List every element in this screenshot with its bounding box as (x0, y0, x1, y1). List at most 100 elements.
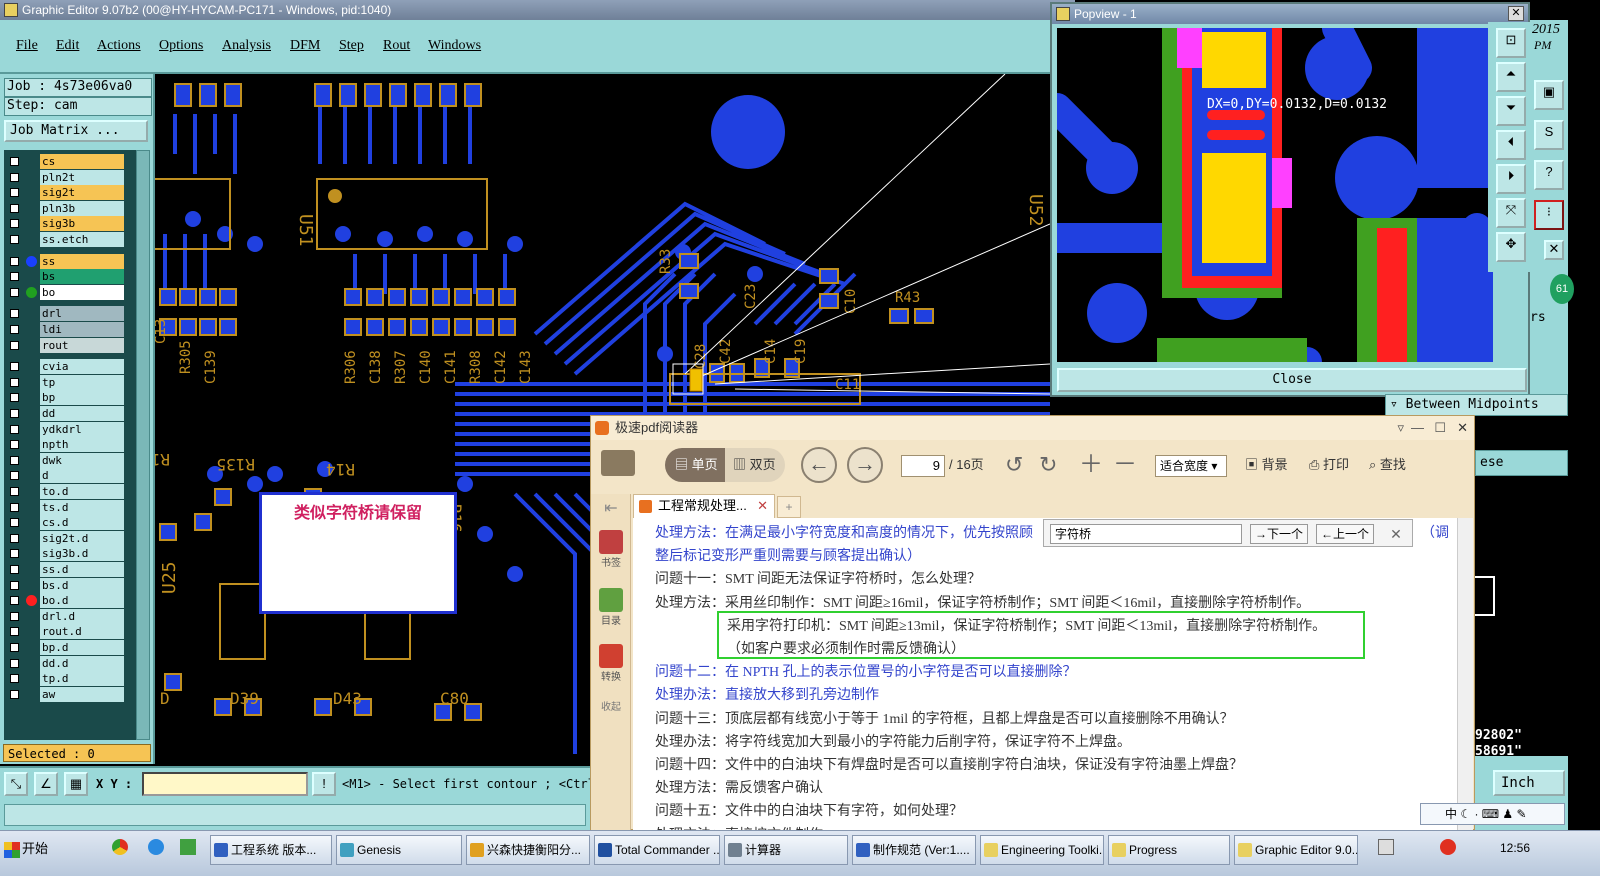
layer-row[interactable]: bs (6, 269, 124, 285)
layer-row[interactable]: bs.d (6, 577, 124, 593)
layer-row[interactable]: ts.d (6, 499, 124, 515)
background-button[interactable]: ▣ 背景 (1245, 448, 1288, 482)
layer-checkbox[interactable] (10, 172, 19, 182)
layer-list-scrollbar[interactable] (136, 150, 150, 740)
layer-row[interactable]: cvia (6, 359, 124, 375)
pan-icon[interactable]: ✥ (1496, 232, 1526, 262)
measure-tool-button[interactable]: ∠ (34, 772, 58, 796)
print-button[interactable]: ⎙ 打印 (1309, 448, 1349, 482)
layer-row[interactable]: ss.d (6, 562, 124, 577)
menu-options[interactable]: Options (159, 38, 203, 54)
layer-row[interactable]: drl (6, 306, 124, 322)
convert-button[interactable]: 转换 (595, 644, 627, 683)
taskbar-item[interactable]: 工程系统 版本... (210, 835, 332, 865)
pdf-page[interactable]: 处理方法：在满足最小字符宽度和高度的情况下，优先按照顾 整后标记变形严重则需要与顾… (633, 518, 1457, 831)
collapse-icon[interactable]: ⇤ (593, 498, 629, 518)
tab-close-icon[interactable]: ✕ (757, 495, 768, 517)
app-quick-icon[interactable] (180, 839, 196, 855)
traffic-icon[interactable]: ⁝ (1534, 200, 1564, 230)
layer-checkbox[interactable] (10, 643, 19, 652)
layer-checkbox[interactable] (10, 596, 19, 606)
alert-button[interactable]: ! (312, 772, 336, 796)
layer-row[interactable]: bp (6, 390, 124, 406)
unit-select[interactable]: Inch (1493, 770, 1565, 796)
prev-page-icon[interactable]: ← (801, 447, 837, 483)
layer-row[interactable]: to.d (6, 484, 124, 499)
layer-checkbox[interactable] (10, 325, 19, 334)
right-icon[interactable]: ⏵ (1496, 164, 1526, 194)
zoom-icon[interactable]: ⤧ (1496, 198, 1526, 228)
rotate-right-icon[interactable]: ↻ (1039, 448, 1057, 482)
layer-checkbox[interactable] (10, 533, 19, 543)
snap-mode-select[interactable]: ▿ Between Midpoints (1385, 394, 1568, 416)
taskbar-item[interactable]: Engineering Toolki... (980, 835, 1104, 865)
panel-icon[interactable]: ▣ (1534, 80, 1564, 110)
find-next-button[interactable]: →下一个 (1250, 524, 1308, 544)
layer-row[interactable]: tp.d (6, 671, 124, 687)
layer-checkbox[interactable] (10, 377, 19, 387)
layer-checkbox[interactable] (10, 487, 19, 496)
tray-app-icon[interactable] (1440, 839, 1456, 855)
double-page-button[interactable]: ▥ 双页 (725, 448, 785, 482)
layer-checkbox[interactable] (10, 549, 19, 559)
taskbar-item[interactable]: Progress (1108, 835, 1230, 865)
ese-button[interactable]: ese (1475, 450, 1568, 476)
layer-row[interactable]: ydkdrl (6, 421, 124, 437)
layer-row[interactable]: rout (6, 337, 124, 353)
toc-button[interactable]: 目录 (595, 588, 627, 627)
find-prev-button[interactable]: ←上一个 (1316, 524, 1374, 544)
layer-checkbox[interactable] (10, 362, 19, 372)
layer-row[interactable]: pln2t (6, 169, 124, 185)
layer-row[interactable]: bo (6, 284, 124, 300)
layer-checkbox[interactable] (10, 235, 19, 244)
layer-checkbox[interactable] (10, 424, 19, 434)
taskbar-item[interactable]: 制作规范 (Ver:1.... (852, 835, 976, 865)
menu-dfm[interactable]: DFM (290, 38, 320, 54)
view-icon[interactable]: ⊡ (1496, 28, 1526, 58)
layer-checkbox[interactable] (10, 658, 19, 668)
layer-row[interactable]: aw (6, 686, 124, 702)
xy-input[interactable] (142, 772, 308, 796)
bookmark-button[interactable]: 书签 (595, 530, 627, 569)
menu-actions[interactable]: Actions (97, 38, 141, 54)
layer-checkbox[interactable] (10, 627, 19, 637)
find-button[interactable]: ⌕ 查找 (1369, 448, 1406, 482)
document-tab[interactable]: 工程常规处理... ✕ (633, 494, 775, 518)
grid-button[interactable]: ▦ (64, 772, 88, 796)
layer-checkbox[interactable] (10, 287, 19, 297)
layer-row[interactable]: sig2t.d (6, 530, 124, 546)
minimize-icon[interactable]: — (1411, 416, 1424, 440)
layer-checkbox[interactable] (10, 393, 19, 403)
left-icon[interactable]: ⏴ (1496, 130, 1526, 160)
ie-icon[interactable] (148, 839, 164, 855)
menu-windows[interactable]: Windows (428, 38, 481, 54)
layer-checkbox[interactable] (10, 340, 19, 350)
layer-row[interactable]: cs (6, 154, 124, 169)
next-page-icon[interactable]: → (847, 447, 883, 483)
taskbar-item[interactable]: 兴森快捷衡阳分... (466, 835, 590, 865)
layer-checkbox[interactable] (10, 455, 19, 465)
s-icon[interactable]: S (1534, 120, 1564, 150)
find-input[interactable]: 字符桥 (1050, 524, 1242, 544)
single-page-button[interactable]: ▤ 单页 (665, 448, 725, 482)
up-icon[interactable]: ⏶ (1496, 62, 1526, 92)
menu-step[interactable]: Step (339, 38, 364, 54)
layer-row[interactable]: ldi (6, 322, 124, 337)
layer-checkbox[interactable] (10, 256, 19, 266)
layer-row[interactable]: drl.d (6, 608, 124, 624)
layer-row[interactable]: ss (6, 253, 124, 269)
tray-icon[interactable] (1378, 839, 1394, 855)
layer-row[interactable]: sig3b.d (6, 546, 124, 562)
zoom-in-icon[interactable]: ＋ (1079, 448, 1103, 482)
menu-edit[interactable]: Edit (56, 38, 79, 54)
layer-checkbox[interactable] (10, 502, 19, 512)
pdf-scrollbar[interactable] (1457, 518, 1473, 831)
taskbar-item[interactable]: Total Commander ... (594, 835, 720, 865)
close-icon[interactable]: ✕ (1508, 6, 1524, 21)
layer-row[interactable]: dwk (6, 452, 124, 468)
layer-row[interactable]: bo.d (6, 593, 124, 609)
taskbar-item[interactable]: Genesis (336, 835, 462, 865)
page-number-input[interactable]: 9 (901, 455, 945, 477)
layer-row[interactable]: npth (6, 437, 124, 453)
layer-row[interactable]: dd.d (6, 655, 124, 671)
